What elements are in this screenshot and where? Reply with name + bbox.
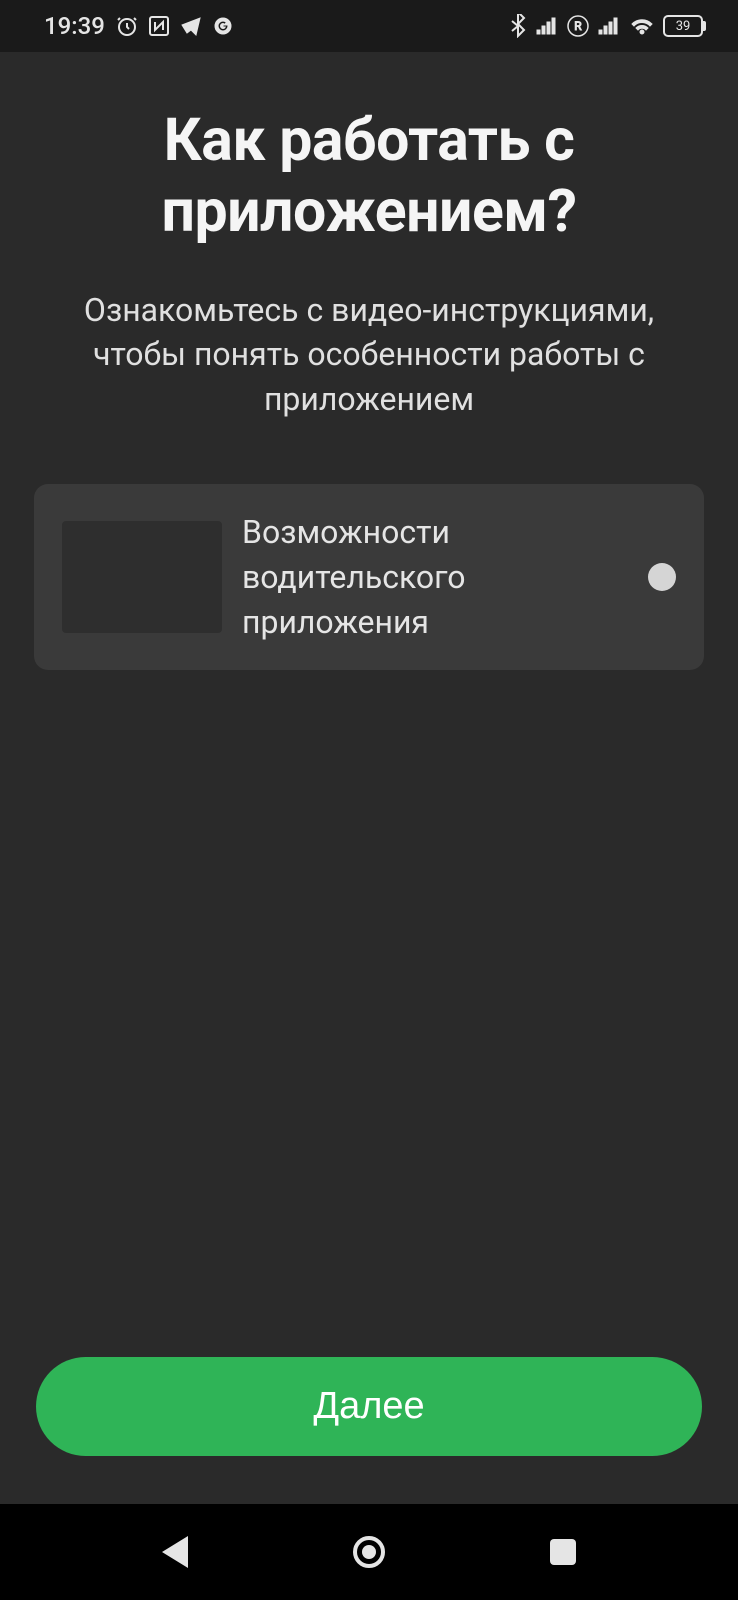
- status-bar-right: R 39: [509, 14, 706, 38]
- nfc-icon: [147, 14, 171, 38]
- status-time: 19:39: [44, 12, 105, 40]
- recent-apps-button[interactable]: [550, 1539, 576, 1565]
- signal-icon-2: [597, 16, 621, 36]
- next-button[interactable]: Далее: [36, 1357, 702, 1456]
- google-icon: [211, 14, 235, 38]
- wifi-icon: [629, 16, 655, 36]
- signal-icon: [535, 16, 559, 36]
- video-instruction-card[interactable]: Возможности водительского приложения: [34, 484, 704, 670]
- bluetooth-icon: [509, 14, 527, 38]
- battery-indicator: 39: [663, 15, 706, 37]
- video-title: Возможности водительского приложения: [242, 510, 628, 644]
- svg-text:R: R: [574, 19, 582, 33]
- status-icons-left: [115, 14, 235, 38]
- roaming-icon: R: [567, 15, 589, 37]
- status-dot-icon: [648, 563, 676, 591]
- status-bar-left: 19:39: [44, 12, 235, 40]
- page-subtitle: Ознакомьтесь с видео-инструкциями, чтобы…: [34, 288, 704, 422]
- telegram-icon: [179, 14, 203, 38]
- navigation-bar: [0, 1504, 738, 1600]
- battery-percent: 39: [676, 19, 691, 34]
- status-bar: 19:39 R 39: [0, 0, 738, 52]
- home-button[interactable]: [353, 1536, 385, 1568]
- page-title: Как работать с приложением?: [34, 106, 704, 248]
- back-button[interactable]: [162, 1536, 188, 1568]
- video-thumbnail: [62, 521, 222, 633]
- alarm-icon: [115, 14, 139, 38]
- app-content: Как работать с приложением? Ознакомьтесь…: [0, 52, 738, 1504]
